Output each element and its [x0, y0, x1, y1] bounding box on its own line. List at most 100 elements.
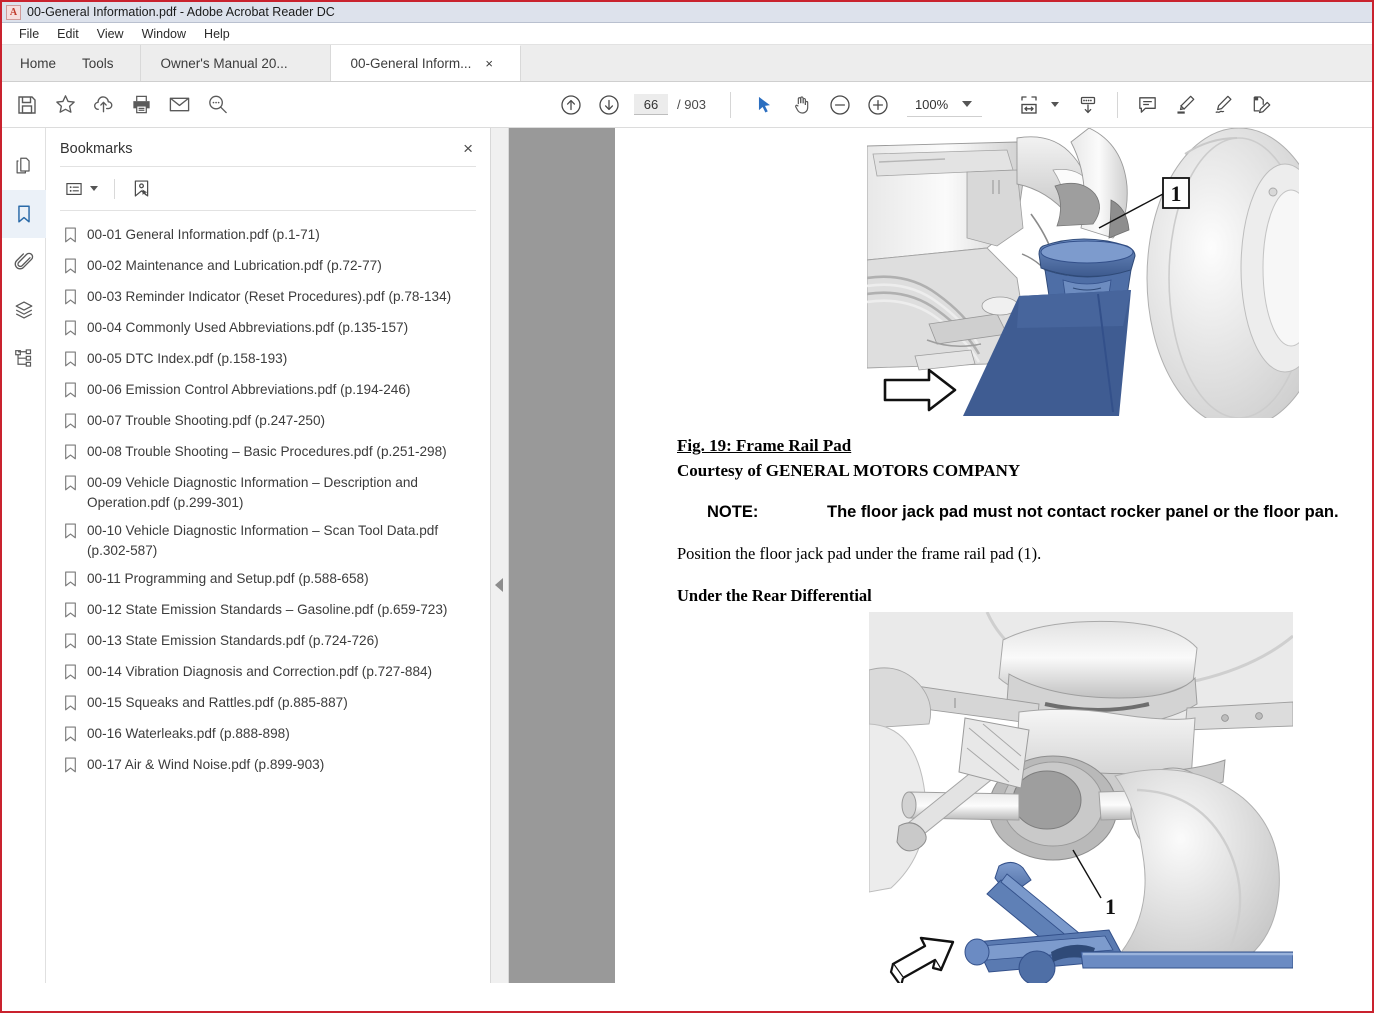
sidebar-item-page-thumbnails[interactable] — [2, 142, 46, 190]
plus-circle-icon[interactable] — [859, 86, 897, 124]
zoom-level-select[interactable]: 100% — [906, 93, 983, 117]
printer-icon[interactable] — [122, 86, 160, 124]
bookmark-icon — [64, 726, 77, 747]
tab-home[interactable]: Home — [2, 45, 73, 81]
bookmark-icon — [64, 289, 77, 310]
note-block: NOTE: The floor jack pad must not contac… — [677, 503, 1358, 522]
sidebar-item-layers[interactable] — [2, 286, 46, 334]
close-icon[interactable]: × — [460, 140, 476, 157]
bookmark-item[interactable]: 00-12 State Emission Standards – Gasolin… — [46, 596, 490, 627]
menu-window[interactable]: Window — [133, 25, 195, 43]
bookmark-item[interactable]: 00-08 Trouble Shooting – Basic Procedure… — [46, 438, 490, 469]
main-toolbar: / 903 — [2, 82, 1372, 128]
new-bookmark-button[interactable] — [127, 175, 156, 202]
bookmark-label: 00-07 Trouble Shooting.pdf (p.247-250) — [87, 413, 326, 428]
bookmark-item[interactable]: 00-04 Commonly Used Abbreviations.pdf (p… — [46, 314, 490, 345]
close-icon[interactable]: × — [485, 57, 493, 70]
save-button[interactable] — [8, 86, 46, 124]
signature-icon[interactable] — [1204, 86, 1242, 124]
hand-icon[interactable] — [783, 86, 821, 124]
menu-view[interactable]: View — [88, 25, 133, 43]
bookmark-icon — [64, 475, 77, 496]
bookmark-label: 00-08 Trouble Shooting – Basic Procedure… — [87, 444, 447, 459]
sidebar-icon-rail — [2, 128, 46, 983]
document-viewport[interactable]: 1 Fig. 19: Frame Rail Pad Courtesy of GE… — [509, 128, 1372, 983]
tab-tools[interactable]: Tools — [72, 45, 141, 81]
bookmark-label: 00-02 Maintenance and Lubrication.pdf (p… — [87, 258, 382, 273]
bookmark-label: 00-04 Commonly Used Abbreviations.pdf (p… — [87, 320, 409, 335]
highlighter-pen-icon[interactable] — [1166, 86, 1204, 124]
section-subheading: Under the Rear Differential — [677, 586, 872, 605]
bookmark-item[interactable]: 00-15 Squeaks and Rattles.pdf (p.885-887… — [46, 689, 490, 720]
note-label: NOTE: — [707, 503, 759, 521]
tab-general-information[interactable]: 00-General Inform... × — [330, 45, 521, 81]
comment-bubble-icon[interactable] — [1128, 86, 1166, 124]
chevron-down-icon[interactable] — [90, 186, 98, 191]
bookmark-item[interactable]: 00-16 Waterleaks.pdf (p.888-898) — [46, 720, 490, 751]
bookmark-icon — [64, 695, 77, 716]
bookmark-label: 00-10 Vehicle Diagnostic Information – S… — [87, 523, 439, 558]
tab-owners-manual[interactable]: Owner's Manual 20... — [140, 45, 331, 81]
envelope-icon[interactable] — [160, 86, 198, 124]
panel-splitter[interactable] — [491, 128, 509, 983]
next-page-button[interactable] — [590, 86, 628, 124]
cursor-arrow-icon[interactable] — [745, 86, 783, 124]
tab-owners-manual-label: Owner's Manual 20... — [160, 55, 288, 71]
bookmark-item[interactable]: 00-09 Vehicle Diagnostic Information – D… — [46, 469, 490, 517]
bookmark-label: 00-09 Vehicle Diagnostic Information – D… — [87, 475, 418, 510]
bookmark-item[interactable]: 00-10 Vehicle Diagnostic Information – S… — [46, 517, 490, 565]
document-text-block: Fig. 19: Frame Rail Pad Courtesy of GENE… — [669, 436, 1358, 606]
menu-edit[interactable]: Edit — [48, 25, 88, 43]
bookmark-icon — [64, 382, 77, 403]
bookmarks-list[interactable]: 00-01 General Information.pdf (p.1-71) 0… — [46, 211, 490, 983]
sidebar-item-bookmarks[interactable] — [2, 190, 46, 238]
bookmark-icon — [64, 444, 77, 465]
page-total-label: / 903 — [677, 96, 706, 112]
bookmark-item[interactable]: 00-03 Reminder Indicator (Reset Procedur… — [46, 283, 490, 314]
bookmark-item[interactable]: 00-17 Air & Wind Noise.pdf (p.899-903) — [46, 751, 490, 782]
chevron-down-icon[interactable] — [1051, 102, 1060, 107]
svg-text:1: 1 — [1105, 894, 1116, 919]
pdf-page: 1 Fig. 19: Frame Rail Pad Courtesy of GE… — [615, 128, 1372, 983]
star-icon[interactable] — [46, 86, 84, 124]
bookmark-options-button[interactable] — [60, 176, 102, 202]
menubar: File Edit View Window Help — [2, 23, 1372, 45]
bookmark-icon — [64, 320, 77, 341]
bookmark-label: 00-05 DTC Index.pdf (p.158-193) — [87, 351, 288, 366]
page-scroll-icon[interactable] — [1069, 86, 1107, 124]
bookmark-icon — [64, 602, 77, 623]
page-number-field[interactable]: / 903 — [634, 94, 706, 115]
cloud-upload-icon[interactable] — [84, 86, 122, 124]
chevron-down-icon[interactable] — [962, 101, 973, 107]
chevron-left-icon[interactable] — [495, 578, 503, 592]
bookmark-item[interactable]: 00-11 Programming and Setup.pdf (p.588-6… — [46, 565, 490, 596]
bookmark-item[interactable]: 00-06 Emission Control Abbreviations.pdf… — [46, 376, 490, 407]
main-area: Bookmarks × 00-01 General Information.pd… — [2, 128, 1372, 983]
bookmark-item[interactable]: 00-01 General Information.pdf (p.1-71) — [46, 221, 490, 252]
search-magnifier-icon[interactable] — [198, 86, 236, 124]
bookmark-item[interactable]: 00-14 Vibration Diagnosis and Correction… — [46, 658, 490, 689]
menu-help[interactable]: Help — [195, 25, 239, 43]
bookmark-item[interactable]: 00-07 Trouble Shooting.pdf (p.247-250) — [46, 407, 490, 438]
bookmark-icon — [64, 633, 77, 654]
sidebar-item-attachments[interactable] — [2, 238, 46, 286]
page-number-input[interactable] — [634, 94, 668, 115]
bookmark-item[interactable]: 00-13 State Emission Standards.pdf (p.72… — [46, 627, 490, 658]
bookmarks-panel: Bookmarks × 00-01 General Information.pd… — [46, 128, 491, 983]
note-text: The floor jack pad must not contact rock… — [827, 503, 1339, 521]
bookmark-icon — [64, 351, 77, 372]
bookmark-label: 00-06 Emission Control Abbreviations.pdf… — [87, 382, 411, 397]
fit-width-icon[interactable] — [1010, 86, 1048, 124]
bookmark-label: 00-16 Waterleaks.pdf (p.888-898) — [87, 726, 290, 741]
edit-pdf-icon[interactable] — [1242, 86, 1280, 124]
window-title: 00-General Information.pdf - Adobe Acrob… — [27, 5, 335, 19]
bookmark-item[interactable]: 00-02 Maintenance and Lubrication.pdf (p… — [46, 252, 490, 283]
previous-page-button[interactable] — [552, 86, 590, 124]
minus-circle-icon[interactable] — [821, 86, 859, 124]
figure-courtesy: Courtesy of GENERAL MOTORS COMPANY — [677, 461, 1021, 480]
tabstrip: Home Tools Owner's Manual 20... 00-Gener… — [2, 45, 1372, 82]
menu-file[interactable]: File — [10, 25, 48, 43]
bookmark-item[interactable]: 00-05 DTC Index.pdf (p.158-193) — [46, 345, 490, 376]
bookmarks-panel-header: Bookmarks × — [46, 128, 490, 166]
sidebar-item-tags[interactable] — [2, 334, 46, 382]
